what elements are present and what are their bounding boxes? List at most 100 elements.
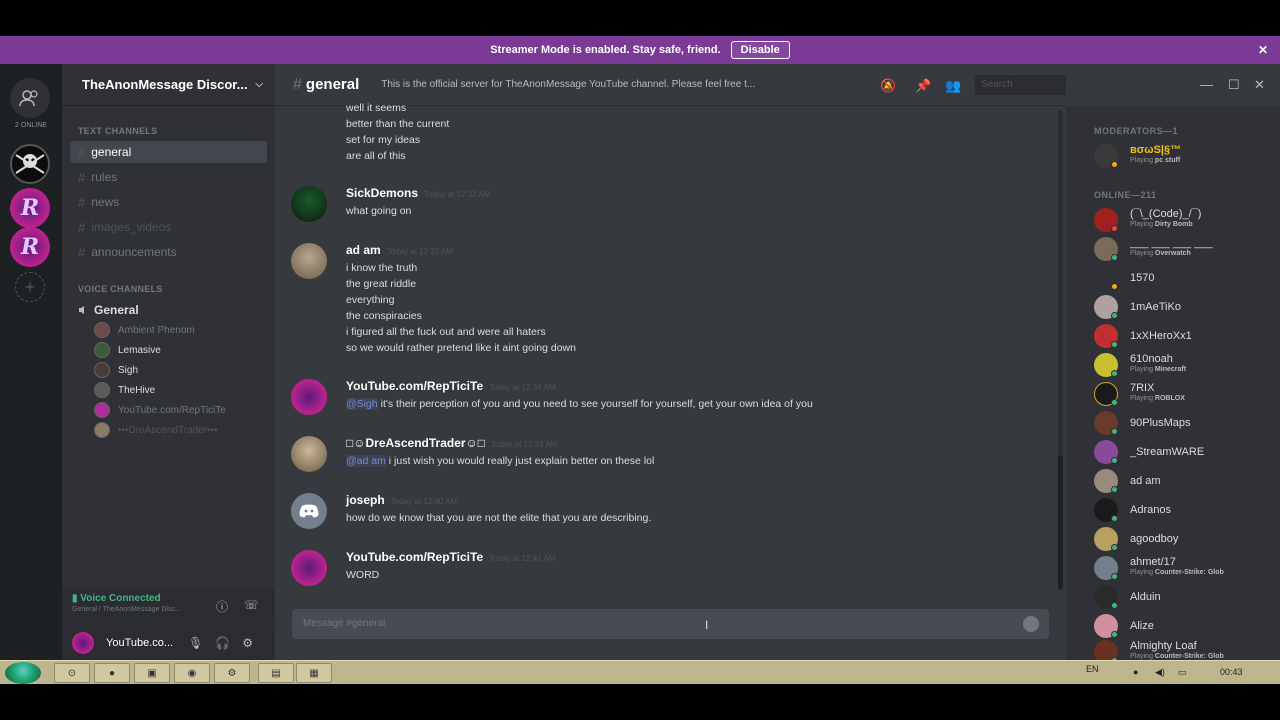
member-item[interactable]: 7RIX Playing ROBLOX — [1094, 382, 1274, 408]
member-item[interactable]: ___ ___ ___ ___ Playing Overwatch — [1094, 237, 1274, 263]
message-body: how do we know that you are not the elit… — [346, 510, 651, 526]
member-item[interactable]: 1570 — [1094, 266, 1274, 292]
member-name: 610noah — [1130, 353, 1173, 365]
message-line: set for my ideas — [346, 134, 421, 146]
server-icon-r-2[interactable]: R — [10, 227, 50, 267]
friends-home-icon[interactable] — [10, 78, 50, 118]
channel-news[interactable]: # news — [70, 191, 267, 213]
chat-scrollbar[interactable] — [1058, 110, 1063, 590]
avatar[interactable] — [291, 379, 327, 415]
settings-gear-icon[interactable]: ⚙ — [242, 636, 253, 650]
member-name: agoodboy — [1130, 533, 1179, 545]
close-icon[interactable]: ✕ — [1258, 43, 1268, 57]
avatar[interactable] — [291, 436, 327, 472]
avatar[interactable] — [291, 243, 327, 279]
message-placeholder: Message #general — [303, 618, 386, 629]
steam-icon[interactable]: ⚙ — [214, 663, 250, 683]
browser-icon[interactable]: ◉ — [174, 663, 210, 683]
voice-user[interactable]: Sigh — [62, 360, 275, 380]
voice-channels-category[interactable]: VOICE CHANNELS — [62, 284, 275, 294]
voice-user[interactable]: Lemasive — [62, 340, 275, 360]
disable-streamer-button[interactable]: Disable — [730, 41, 790, 59]
scrollbar-thumb[interactable] — [1058, 455, 1063, 590]
channel-announcements[interactable]: # announcements — [70, 241, 267, 263]
headphones-icon[interactable]: 🎧 — [215, 636, 230, 650]
member-item[interactable]: 90PlusMaps — [1094, 411, 1274, 437]
voice-user[interactable]: TheHive — [62, 380, 275, 400]
disconnect-icon[interactable]: ☏ — [244, 598, 259, 612]
maximize-icon[interactable]: ☐ — [1228, 77, 1240, 93]
close-window-icon[interactable]: ✕ — [1254, 77, 1265, 93]
discord-taskbar-icon[interactable]: ▤ — [258, 663, 294, 683]
member-item[interactable]: Alize — [1094, 614, 1274, 640]
member-item[interactable]: _StreamWARE — [1094, 440, 1274, 466]
add-server-icon[interactable]: + — [15, 272, 45, 302]
member-item[interactable]: agoodboy — [1094, 527, 1274, 553]
channel-rules[interactable]: # rules — [70, 166, 267, 188]
server-icon-pirate[interactable] — [10, 144, 50, 184]
message-author[interactable]: YouTube.com/RepTiciTe Today at 12:34 AM — [346, 379, 555, 393]
member-item[interactable]: вσωS|§™ Playing pc stuff — [1094, 144, 1274, 170]
message-author[interactable]: YouTube.com/RepTiciTe Today at 12:41 AM — [346, 550, 555, 564]
chevron-down-icon[interactable]: ⌵ — [255, 79, 263, 90]
message-line: are all of this — [346, 150, 406, 162]
voice-channel-general[interactable]: General — [62, 300, 275, 320]
playing-prefix: Playing — [1130, 395, 1153, 402]
server-header[interactable]: TheAnonMessage Discor... ⌵ — [62, 64, 275, 106]
mute-channel-icon[interactable]: 🔕 — [880, 78, 896, 94]
voice-user[interactable]: Ambient Phenom — [62, 320, 275, 340]
minimize-icon[interactable]: — — [1200, 77, 1213, 92]
status-dot — [1111, 602, 1118, 609]
member-item[interactable]: 610noah Playing Minecraft — [1094, 353, 1274, 379]
taskbar-app-icon[interactable]: ⊙ — [54, 663, 90, 683]
member-item[interactable]: ad am — [1094, 469, 1274, 495]
member-item[interactable]: Almighty Loaf Playing Counter-Strike: Glo… — [1094, 640, 1274, 660]
taskbar-app-icon[interactable]: ● — [94, 663, 130, 683]
channel-general[interactable]: # general — [70, 141, 267, 163]
message-author[interactable]: joseph Today at 12:40 AM — [346, 493, 457, 507]
member-item[interactable]: Alduin — [1094, 585, 1274, 611]
author-name: YouTube.com/RepTiciTe — [346, 550, 484, 564]
member-item[interactable]: 1xXHeroXx1 — [1094, 324, 1274, 350]
text-channels-category[interactable]: TEXT CHANNELS — [62, 126, 275, 136]
member-item[interactable]: Adranos — [1094, 498, 1274, 524]
avatar[interactable] — [291, 493, 327, 529]
status-dot — [1111, 341, 1118, 348]
network-icon[interactable]: ▭ — [1178, 667, 1187, 678]
search-placeholder: Search — [981, 79, 1013, 90]
pin-icon[interactable]: 📌 — [915, 78, 931, 94]
member-name: вσωS|§™ — [1130, 144, 1182, 156]
member-activity: Playing Minecraft — [1130, 366, 1186, 373]
info-icon[interactable]: ⓘ — [215, 598, 229, 614]
message-author[interactable]: SickDemons Today at 12:32 AM — [346, 186, 490, 200]
microphone-icon[interactable]: 🎙 — [188, 636, 203, 650]
tray-icon[interactable]: ● — [1133, 667, 1138, 677]
server-icon-r-1[interactable]: R — [10, 188, 50, 228]
taskbar-app-icon[interactable]: ▦ — [296, 663, 332, 683]
message-input[interactable]: Message #general — [292, 609, 1049, 639]
avatar[interactable] — [72, 631, 94, 654]
chat-area: # general This is the official server fo… — [275, 64, 1066, 660]
channel-images-videos[interactable]: # images_videos — [70, 216, 267, 238]
member-item[interactable]: ahmet/17 Playing Counter-Strike: Glob — [1094, 556, 1274, 582]
playing-prefix: Playing — [1130, 366, 1153, 373]
message-author[interactable]: ad am Today at 12:32 AM — [346, 243, 453, 257]
member-item[interactable]: (¯\_(Code)_/¯) Playing Dirty Bomb — [1094, 208, 1274, 234]
emoji-picker-icon[interactable] — [1023, 616, 1039, 632]
member-item[interactable]: 1mAeTiKo — [1094, 295, 1274, 321]
user-mention[interactable]: @Sigh — [346, 398, 378, 410]
member-list-icon[interactable]: 👥 — [945, 78, 961, 94]
channel-topic[interactable]: This is the official server for TheAnonM… — [381, 79, 821, 90]
avatar[interactable] — [291, 186, 327, 222]
avatar[interactable] — [291, 550, 327, 586]
volume-icon[interactable]: ◀) — [1155, 667, 1165, 678]
voice-user[interactable]: •••DreAscendTrader••• — [62, 420, 275, 440]
language-indicator[interactable]: EN — [1086, 664, 1099, 674]
start-button[interactable] — [5, 662, 41, 684]
user-mention[interactable]: @ad am — [346, 455, 386, 467]
search-input[interactable]: Search ⌕ — [975, 75, 1066, 95]
voice-user[interactable]: YouTube.com/RepTiciTe — [62, 400, 275, 420]
message-author[interactable]: □☺DreAscendTrader☺□ Today at 12:39 AM — [346, 436, 557, 450]
clock[interactable]: 00:43 — [1220, 667, 1243, 677]
taskbar-app-icon[interactable]: ▣ — [134, 663, 170, 683]
